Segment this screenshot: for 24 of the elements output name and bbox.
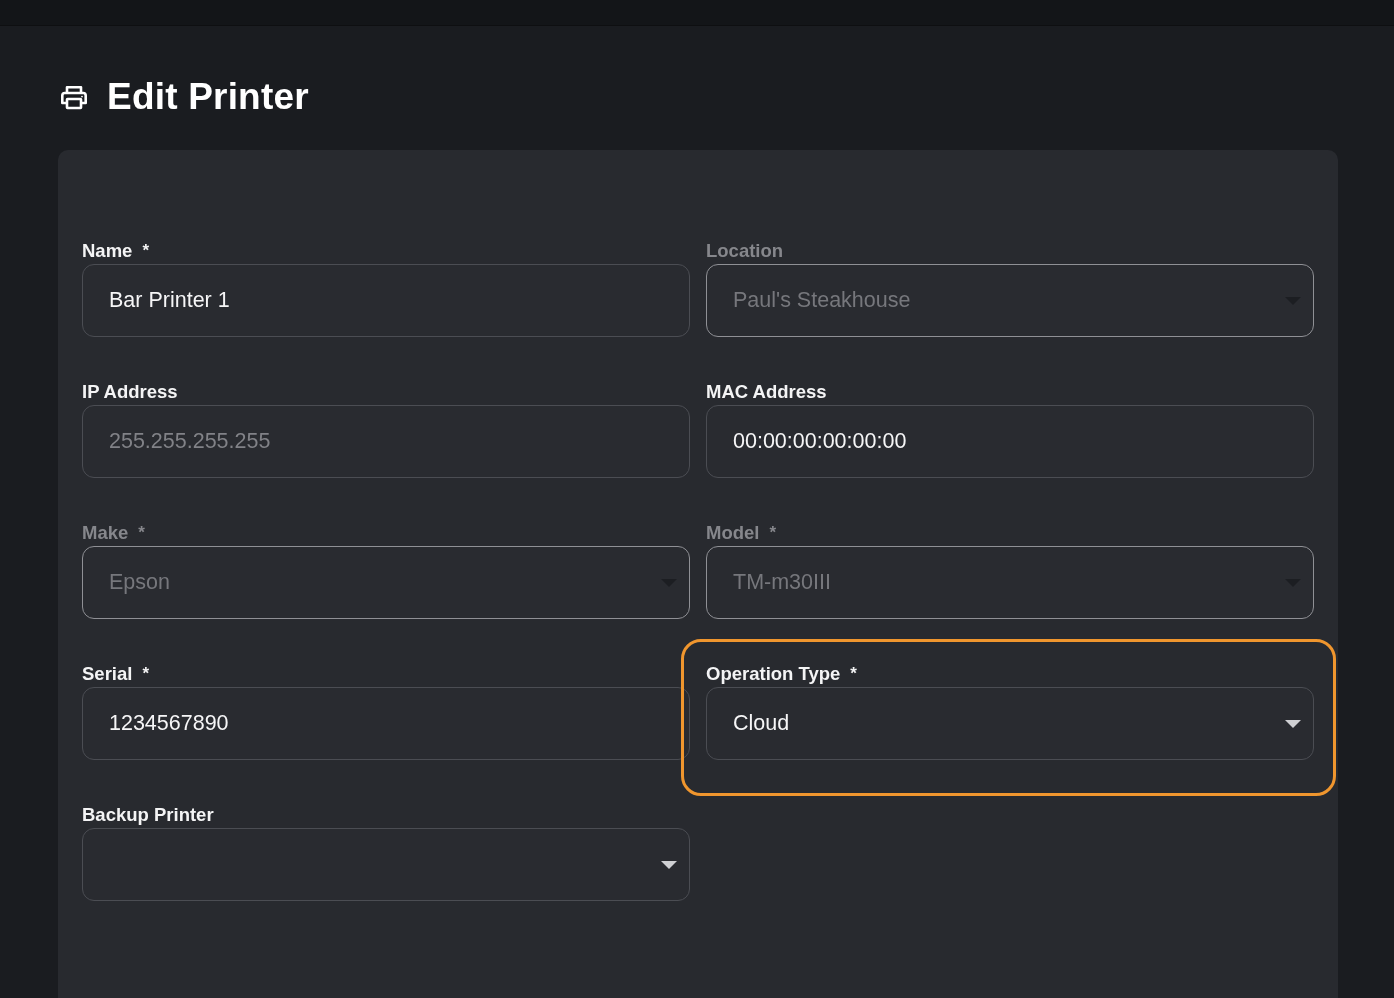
field-label: Name — [82, 240, 133, 262]
field-label: Operation Type — [706, 663, 841, 685]
caret-icon — [661, 860, 677, 869]
field-label: Backup Printer — [82, 804, 214, 826]
required-asterisk: * — [850, 663, 857, 685]
dropdown[interactable]: Cloud — [706, 687, 1314, 760]
field-label: Serial — [82, 663, 133, 685]
required-asterisk: * — [142, 240, 149, 262]
field-label: Make — [82, 522, 129, 544]
field-label: IP Address — [82, 381, 178, 403]
text-field[interactable]: 1234567890 — [82, 687, 690, 760]
text-field[interactable]: Bar Printer 1 — [82, 264, 690, 337]
required-asterisk: * — [769, 522, 777, 544]
field-label: Model — [706, 522, 760, 544]
text-field[interactable]: 255.255.255.255 — [82, 405, 690, 478]
caret-icon — [1285, 719, 1301, 728]
page-title: Edit Printer — [107, 75, 309, 119]
field-label: Location — [706, 240, 784, 262]
dropdown[interactable] — [82, 828, 690, 901]
required-asterisk: * — [138, 522, 145, 544]
text-field[interactable]: 00:00:00:00:00:00 — [706, 405, 1314, 478]
printer-icon — [60, 84, 88, 110]
required-asterisk: * — [142, 663, 150, 685]
field-label: MAC Address — [706, 381, 827, 403]
